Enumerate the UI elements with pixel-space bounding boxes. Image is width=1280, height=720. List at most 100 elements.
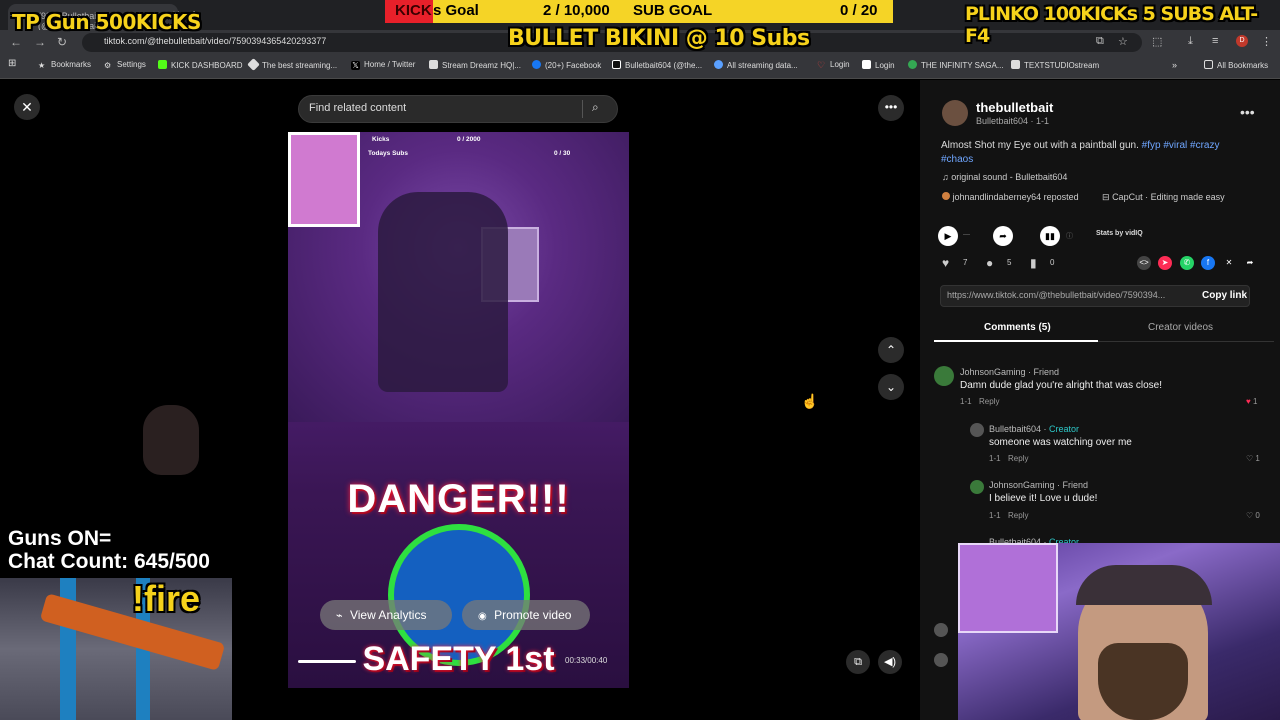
- comment-like[interactable]: ♡ 0: [1246, 511, 1260, 520]
- bookmark-item[interactable]: The best streaming...: [247, 58, 337, 71]
- play-icon: ▶: [944, 231, 952, 241]
- bookmark-item[interactable]: (20+) Facebook: [532, 60, 601, 70]
- bookmark-item[interactable]: 𝕏 Home / Twitter: [351, 60, 415, 70]
- commenter-avatar[interactable]: [934, 366, 954, 386]
- chat-count-label: Chat Count: 645/500: [8, 550, 210, 573]
- video-progress-bar[interactable]: [298, 660, 356, 663]
- x-share-icon[interactable]: ✕: [1222, 256, 1236, 270]
- goal-bar: KICK s Goal 2 / 10,000 SUB GOAL 0 / 20: [385, 0, 893, 23]
- text-icon: [1011, 60, 1020, 69]
- comment-icon[interactable]: ●: [986, 256, 993, 270]
- comment-date: 1-1: [960, 397, 972, 406]
- kick-icon: [158, 60, 167, 69]
- tab-comments[interactable]: Comments (5): [984, 322, 1051, 333]
- bookmark-item[interactable]: TEXTSTUDIOstream: [1011, 60, 1099, 70]
- bookmarks-overflow-icon[interactable]: »: [1172, 60, 1177, 70]
- sound-line[interactable]: ♫ original sound - Bulletbait604: [942, 172, 1067, 182]
- comment-date: 1-1: [989, 454, 1001, 463]
- all-bookmarks[interactable]: All Bookmarks: [1204, 60, 1268, 70]
- bookmark-item[interactable]: ⚙ Settings: [104, 60, 146, 70]
- share-arrow-icon: ➦: [999, 231, 1007, 241]
- video-link-text: https://www.tiktok.com/@thebulletbait/vi…: [947, 290, 1166, 300]
- bookmark-item[interactable]: All streaming data...: [714, 60, 798, 70]
- search-placeholder: Find related content: [309, 102, 407, 114]
- sub-goal-value: 0 / 20: [840, 2, 878, 19]
- webcam: [958, 543, 1280, 720]
- reply-button[interactable]: Reply: [1008, 454, 1028, 463]
- chart-icon: ⌁: [336, 610, 343, 622]
- previous-video-button[interactable]: ⌃: [878, 337, 904, 363]
- tab-creator-videos[interactable]: Creator videos: [1148, 322, 1213, 333]
- bookmark-item[interactable]: Bulletbait604 (@the...: [612, 60, 702, 70]
- webcam-shelf: [958, 543, 1058, 633]
- repost-line[interactable]: johnandlindaberney64 reposted: [942, 192, 1079, 202]
- back-icon[interactable]: ←: [10, 35, 22, 49]
- comment-input-avatar: [934, 623, 948, 637]
- info-icon: ⓘ: [1066, 233, 1073, 240]
- kick-label: KICK: [385, 0, 433, 23]
- fire-command-label: !fire: [132, 578, 201, 619]
- capcut-icon: ⊟: [1102, 192, 1110, 202]
- reply-button[interactable]: Reply: [1008, 511, 1028, 520]
- facebook-share-icon[interactable]: f: [1201, 256, 1215, 270]
- heart-outline-icon: ♡: [1246, 454, 1254, 463]
- commenter-avatar[interactable]: [970, 480, 984, 494]
- whatsapp-icon[interactable]: ✆: [1180, 256, 1194, 270]
- bookmark-item[interactable]: ★ Bookmarks: [38, 60, 91, 70]
- bookmark-item[interactable]: THE INFINITY SAGA...: [908, 60, 1004, 70]
- comment-author[interactable]: Bulletbait604 · Creator: [989, 424, 1079, 434]
- volume-button[interactable]: ◀): [878, 650, 902, 674]
- login-icon: [862, 60, 871, 69]
- capcut-link[interactable]: ⊟ CapCut · Editing made easy: [1102, 192, 1225, 203]
- view-analytics-button[interactable]: ⌁ View Analytics: [320, 600, 452, 630]
- flame-icon: ◉: [478, 611, 487, 622]
- share-stat-button[interactable]: ➦: [993, 226, 1013, 246]
- speaker-icon: ◀): [883, 656, 897, 668]
- copy-link-button[interactable]: Copy link: [1202, 290, 1247, 301]
- url-text[interactable]: tiktok.com/@thebulletbait/video/75903943…: [104, 36, 326, 46]
- save-count: 0: [1050, 258, 1055, 267]
- play-count: —: [963, 231, 970, 238]
- diamond-icon: [247, 58, 260, 71]
- bookmark-icon[interactable]: ▮: [1030, 256, 1037, 270]
- streamer-hat: [1076, 565, 1212, 605]
- comment-like[interactable]: ♡ 1: [1246, 454, 1260, 463]
- bookmark-item[interactable]: ♡ Login: [817, 60, 850, 70]
- reply-button[interactable]: Reply: [979, 397, 999, 406]
- play-stat-button[interactable]: ▶: [938, 226, 958, 246]
- heart-icon: ♥: [1246, 397, 1251, 406]
- video-chair: [378, 192, 508, 392]
- more-share-icon[interactable]: ➦: [1243, 256, 1257, 270]
- forward-icon[interactable]: →: [34, 35, 46, 49]
- commenter-avatar[interactable]: [970, 423, 984, 437]
- next-video-button[interactable]: ⌄: [878, 374, 904, 400]
- page-icon: [429, 60, 438, 69]
- bookmark-item[interactable]: Stream Dreamz HQ|...: [429, 60, 521, 70]
- stats-by-label: Stats by vidIQ: [1096, 230, 1143, 237]
- vidiq-stats-button[interactable]: ▮▮: [1040, 226, 1060, 246]
- comment-author[interactable]: JohnsonGaming · Friend: [960, 367, 1059, 377]
- author-name[interactable]: thebulletbait: [976, 100, 1053, 115]
- apps-icon[interactable]: ⊞: [8, 58, 16, 69]
- send-icon[interactable]: ➤: [1158, 256, 1172, 270]
- like-icon[interactable]: ♥: [942, 256, 949, 270]
- close-icon: ✕: [21, 99, 33, 115]
- more-options-button[interactable]: •••: [878, 95, 904, 121]
- plinko-overlay: PLINKO 100KICKs 5 SUBS ALT-F4: [965, 3, 1258, 47]
- drive-icon: [908, 60, 917, 69]
- close-video-button[interactable]: ✕: [14, 94, 40, 120]
- panel-more-icon[interactable]: •••: [1240, 104, 1255, 120]
- pip-button[interactable]: ⧉: [846, 650, 870, 674]
- author-avatar[interactable]: [942, 100, 968, 126]
- comment-like[interactable]: ♥ 1: [1246, 397, 1257, 406]
- video-shelf: [288, 132, 360, 227]
- comment-author[interactable]: JohnsonGaming · Friend: [989, 480, 1088, 490]
- search-icon[interactable]: ⌕: [592, 100, 599, 115]
- reload-icon[interactable]: ↻: [57, 35, 67, 49]
- bookmark-item[interactable]: KICK DASHBOARD: [158, 60, 243, 70]
- embed-icon[interactable]: <>: [1137, 256, 1151, 270]
- tp-gun-overlay: TP Gun 500KICKS: [12, 10, 201, 34]
- repost-avatar-icon: [942, 192, 950, 200]
- promote-video-button[interactable]: ◉ Promote video: [462, 600, 590, 630]
- bookmark-item[interactable]: Login: [862, 60, 895, 70]
